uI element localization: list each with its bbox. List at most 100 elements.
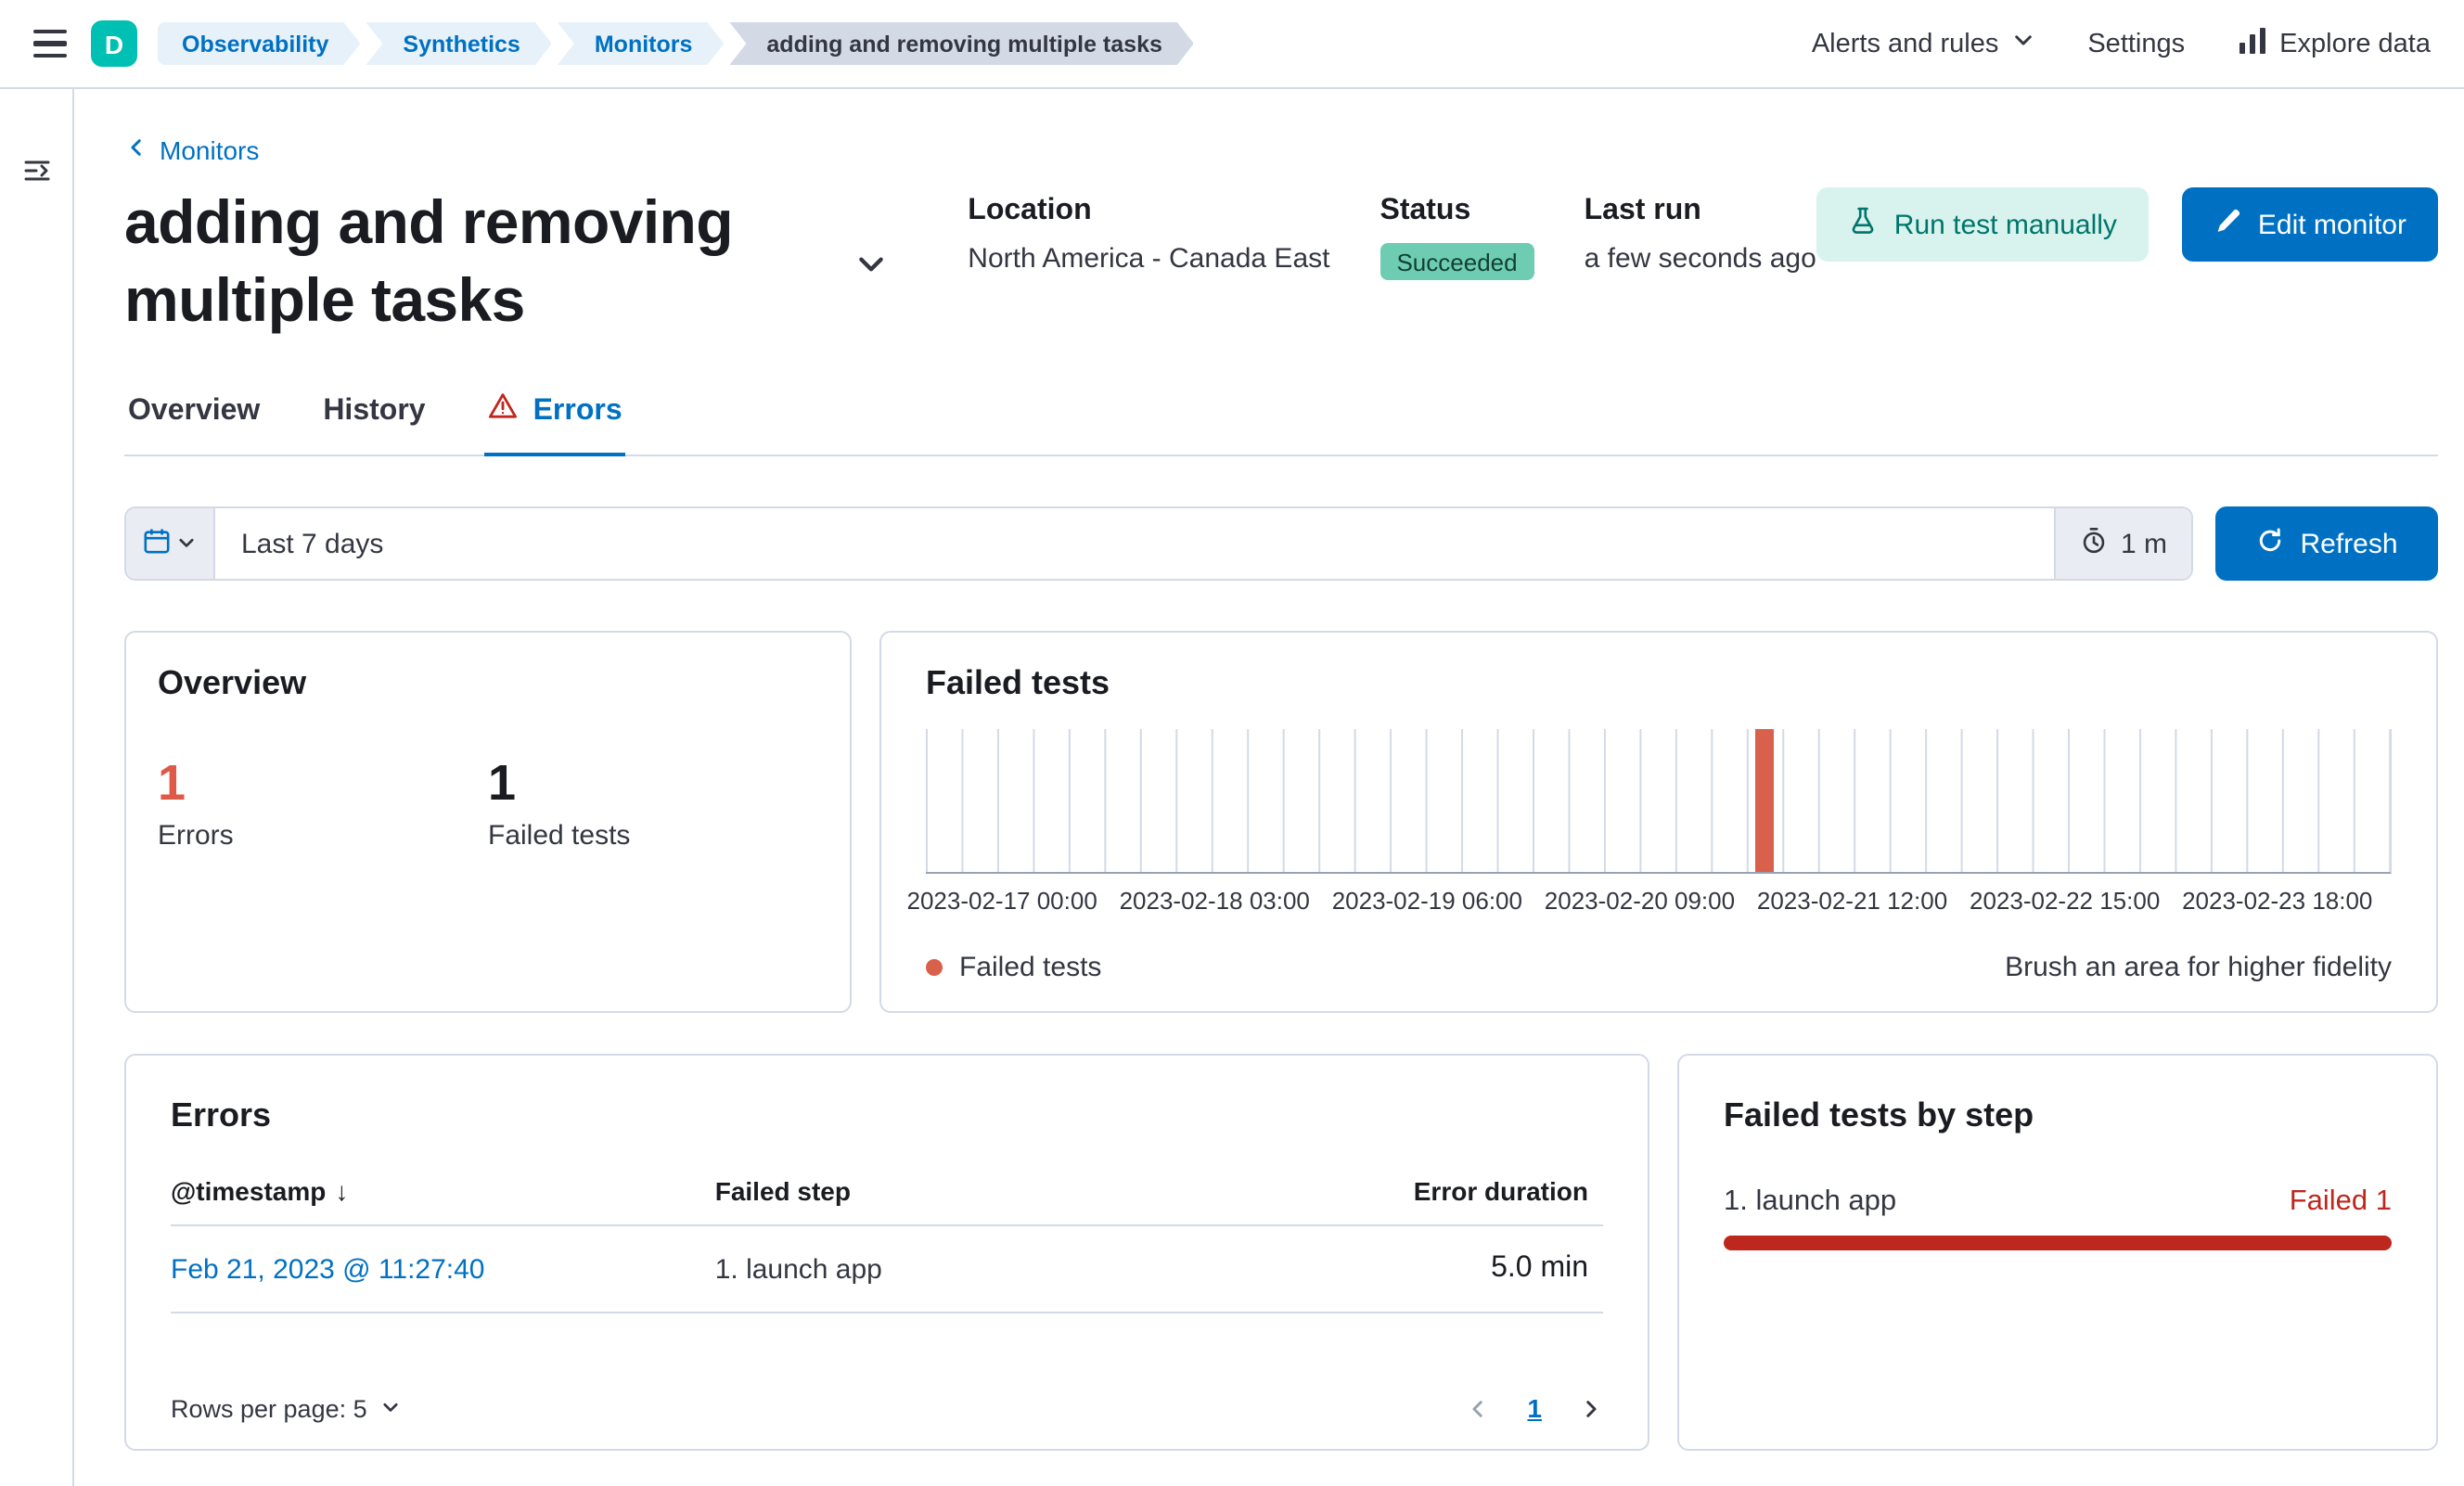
main-content: Monitors adding and removing multiple ta… — [74, 89, 2464, 1486]
step-failure-progress-bar — [1724, 1236, 2392, 1251]
errors-stat: 1 Errors — [158, 754, 488, 852]
overview-card-title: Overview — [158, 664, 307, 702]
failed-tests-stat: 1 Failed tests — [488, 754, 818, 852]
collapsed-sidebar — [0, 89, 74, 1486]
legend-label: Failed tests — [959, 952, 1102, 984]
timer-icon — [2080, 527, 2108, 562]
errors-count: 1 — [158, 755, 186, 812]
flask-icon — [1848, 206, 1878, 243]
run-test-manually-button[interactable]: Run test manually — [1816, 187, 2149, 262]
meta-location: Location North America - Canada East — [968, 195, 1329, 280]
failed-steps-card-title: Failed tests by step — [1724, 1096, 2034, 1134]
error-failed-step: 1. launch app — [714, 1225, 1317, 1314]
failed-tests-card: Failed tests 2023-02-17 00:00 2023-02-18… — [879, 631, 2438, 1014]
timestamp-sort-header[interactable]: @timestamp ↓ — [171, 1177, 348, 1207]
monitor-meta: Location North America - Canada East Sta… — [968, 195, 1816, 280]
failed-test-bar[interactable] — [1754, 729, 1775, 873]
refresh-icon — [2255, 527, 2283, 562]
chart-x-axis: 2023-02-17 00:00 2023-02-18 03:00 2023-0… — [907, 887, 2392, 921]
next-page-icon[interactable] — [1579, 1397, 1603, 1421]
last-run-label: Last run — [1584, 195, 1701, 226]
chevron-down-icon — [380, 1395, 401, 1423]
breadcrumb-observability[interactable]: Observability — [158, 22, 360, 65]
chevron-left-icon — [124, 135, 148, 165]
chevron-down-icon — [2011, 28, 2035, 59]
meta-last-run: Last run a few seconds ago — [1585, 195, 1816, 280]
chart-footer: Failed tests Brush an area for higher fi… — [926, 953, 2392, 984]
error-timestamp-link[interactable]: Feb 21, 2023 @ 11:27:40 — [171, 1254, 485, 1286]
failed-step-column-label: Failed step — [714, 1165, 1317, 1227]
errors-table: @timestamp ↓ Failed step Error duration … — [171, 1165, 1603, 1314]
status-badge: Succeeded — [1380, 243, 1534, 280]
previous-page-icon[interactable] — [1466, 1397, 1490, 1421]
errors-stat-label: Errors — [158, 820, 234, 852]
errors-card: Errors @timestamp ↓ Failed step Error du… — [124, 1054, 1649, 1452]
breadcrumb-monitors[interactable]: Monitors — [558, 22, 725, 65]
calendar-icon — [143, 528, 171, 561]
sort-descending-icon: ↓ — [335, 1176, 349, 1207]
monitor-tabs: Overview History Errors — [124, 392, 2438, 457]
elastic-logo[interactable]: D — [91, 20, 137, 67]
tab-history-label: History — [323, 394, 426, 427]
breadcrumb-current-monitor: adding and removing multiple tasks — [729, 22, 1193, 65]
top-header: D Observability Synthetics Monitors addi… — [0, 0, 2464, 89]
tab-errors-label: Errors — [533, 394, 622, 427]
settings-link[interactable]: Settings — [2087, 29, 2185, 58]
rows-per-page-label: Rows per page: 5 — [171, 1394, 367, 1423]
super-date-picker: Last 7 days 1 m — [124, 506, 2193, 582]
x-tick: 2023-02-19 06:00 — [1331, 887, 1522, 916]
step-row: 1. launch app Failed 1 — [1724, 1186, 2392, 1220]
tab-overview[interactable]: Overview — [124, 392, 263, 455]
edit-monitor-button[interactable]: Edit monitor — [2181, 187, 2438, 262]
refresh-label: Refresh — [2300, 528, 2398, 560]
explore-data-link[interactable]: Explore data — [2237, 25, 2431, 62]
pagination: 1 — [1466, 1394, 1603, 1424]
tab-errors[interactable]: Errors — [484, 392, 626, 457]
explore-data-label: Explore data — [2279, 29, 2431, 58]
legend-failed-tests[interactable]: Failed tests — [926, 953, 1101, 984]
refresh-interval-value: 1 m — [2120, 528, 2167, 560]
title-chevron-down-icon[interactable] — [854, 249, 886, 286]
rows-per-page-selector[interactable]: Rows per page: 5 — [171, 1395, 401, 1423]
filter-bar: Last 7 days 1 m Refresh — [124, 506, 2438, 582]
legend-dot-icon — [926, 959, 943, 977]
x-tick: 2023-02-17 00:00 — [906, 887, 1097, 916]
breadcrumb: Observability Synthetics Monitors adding… — [158, 22, 1200, 65]
step-name: 1. launch app — [1724, 1185, 1897, 1218]
brush-hint: Brush an area for higher fidelity — [2005, 952, 2392, 984]
date-range-value[interactable]: Last 7 days — [215, 509, 2054, 580]
details-row: Errors @timestamp ↓ Failed step Error du… — [124, 1054, 2438, 1452]
settings-label: Settings — [2087, 29, 2186, 58]
table-footer: Rows per page: 5 1 — [171, 1368, 1603, 1424]
table-row: Feb 21, 2023 @ 11:27:40 1. launch app 5.… — [171, 1225, 1603, 1314]
failed-tests-chart[interactable] — [926, 729, 2392, 875]
refresh-button[interactable]: Refresh — [2215, 506, 2438, 582]
x-tick: 2023-02-21 12:00 — [1756, 887, 1948, 916]
alerts-and-rules-menu[interactable]: Alerts and rules — [1812, 28, 2036, 59]
title-group: adding and removing multiple tasks — [124, 184, 886, 340]
warning-triangle-icon — [489, 392, 519, 431]
tab-history[interactable]: History — [319, 392, 429, 455]
error-duration-value: 5.0 min — [1491, 1252, 1588, 1285]
x-tick: 2023-02-20 09:00 — [1544, 887, 1736, 916]
back-to-monitors-link[interactable]: Monitors — [124, 135, 259, 165]
errors-card-title: Errors — [171, 1096, 272, 1134]
refresh-interval-control[interactable]: 1 m — [2053, 508, 2191, 580]
edit-monitor-label: Edit monitor — [2257, 209, 2406, 240]
page-number-1[interactable]: 1 — [1527, 1394, 1542, 1424]
pencil-icon — [2214, 207, 2241, 242]
breadcrumb-synthetics[interactable]: Synthetics — [366, 22, 551, 65]
date-picker-quick-menu[interactable] — [126, 508, 215, 580]
page-title: adding and removing multiple tasks — [124, 187, 734, 335]
back-link-label: Monitors — [160, 135, 260, 165]
errors-table-header-row: @timestamp ↓ Failed step Error duration — [171, 1165, 1603, 1227]
sidebar-expand-icon[interactable] — [10, 145, 62, 197]
location-label: Location — [968, 195, 1092, 226]
monitor-header: adding and removing multiple tasks Locat… — [124, 184, 2438, 340]
x-tick: 2023-02-18 03:00 — [1119, 887, 1310, 916]
last-run-value: a few seconds ago — [1584, 243, 1816, 275]
summary-row: Overview 1 Errors 1 Failed tests Failed … — [124, 631, 2438, 1014]
alerts-and-rules-label: Alerts and rules — [1811, 29, 1999, 58]
menu-hamburger-icon[interactable] — [19, 12, 82, 75]
error-duration-column-label: Error duration — [1316, 1165, 1603, 1227]
